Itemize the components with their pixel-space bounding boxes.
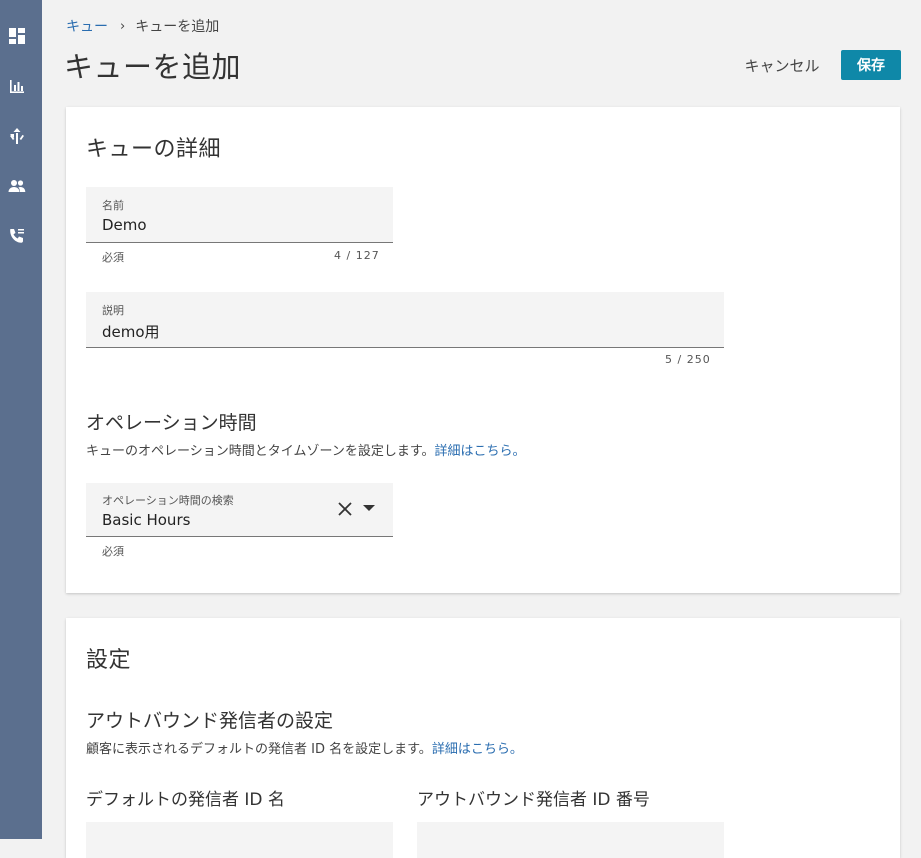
settings-title: 設定 (86, 648, 132, 673)
name-field-label: 名前 (102, 199, 124, 212)
sidebar (0, 0, 42, 839)
outbound-learn-more-link[interactable]: 詳細はこちら。 (432, 742, 523, 757)
description-char-counter: 5 / 250 (665, 353, 711, 366)
operation-hours-required-hint: 必須 (102, 545, 124, 558)
description-field-label: 説明 (102, 304, 124, 317)
breadcrumb-queues-link[interactable]: キュー (66, 16, 108, 36)
chevron-right-icon: › (120, 18, 126, 34)
analytics-icon[interactable] (8, 77, 26, 95)
users-icon[interactable] (8, 177, 26, 195)
operation-hours-search-field[interactable]: オペレーション時間の検索 Basic Hours (86, 483, 393, 537)
dashboard-icon[interactable] (8, 27, 26, 45)
routing-icon[interactable] (8, 127, 26, 145)
queue-details-card: キューの詳細 名前 Demo 必須 4 / 127 説明 demo用 5 / 2… (66, 107, 900, 593)
breadcrumb: キュー › キューを追加 (66, 16, 219, 36)
name-input[interactable]: Demo (102, 216, 147, 234)
description-field[interactable]: 説明 demo用 (86, 292, 724, 348)
clear-icon[interactable] (336, 500, 354, 518)
default-caller-id-name-label: デフォルトの発信者 ID 名 (86, 790, 285, 810)
outbound-caller-id-number-label: アウトバウンド発信者 ID 番号 (417, 790, 650, 810)
name-char-counter: 4 / 127 (334, 249, 380, 262)
outbound-caller-title: アウトバウンド発信者の設定 (86, 710, 334, 732)
cancel-button[interactable]: キャンセル (736, 50, 828, 80)
operation-hours-title: オペレーション時間 (86, 412, 257, 434)
save-button[interactable]: 保存 (841, 50, 901, 80)
page-title: キューを追加 (64, 50, 242, 84)
outbound-caller-description: 顧客に表示されるデフォルトの発信者 ID 名を設定します。詳細はこちら。 (86, 742, 523, 757)
operation-hours-search-label: オペレーション時間の検索 (102, 494, 234, 507)
queue-details-title: キューの詳細 (86, 137, 222, 162)
default-caller-id-name-field[interactable] (86, 822, 393, 858)
name-field[interactable]: 名前 Demo (86, 187, 393, 243)
operation-hours-description: キューのオペレーション時間とタイムゾーンを設定します。詳細はこちら。 (86, 444, 526, 459)
name-required-hint: 必須 (102, 251, 124, 264)
description-input[interactable]: demo用 (102, 321, 160, 342)
phone-icon[interactable] (8, 227, 26, 245)
settings-card: 設定 アウトバウンド発信者の設定 顧客に表示されるデフォルトの発信者 ID 名を… (66, 618, 900, 858)
operation-hours-search-input[interactable]: Basic Hours (102, 511, 190, 529)
operation-hours-learn-more-link[interactable]: 詳細はこちら。 (435, 444, 526, 459)
chevron-down-icon[interactable] (362, 503, 376, 513)
outbound-caller-id-number-field[interactable] (417, 822, 724, 858)
breadcrumb-current: キューを追加 (135, 19, 220, 35)
